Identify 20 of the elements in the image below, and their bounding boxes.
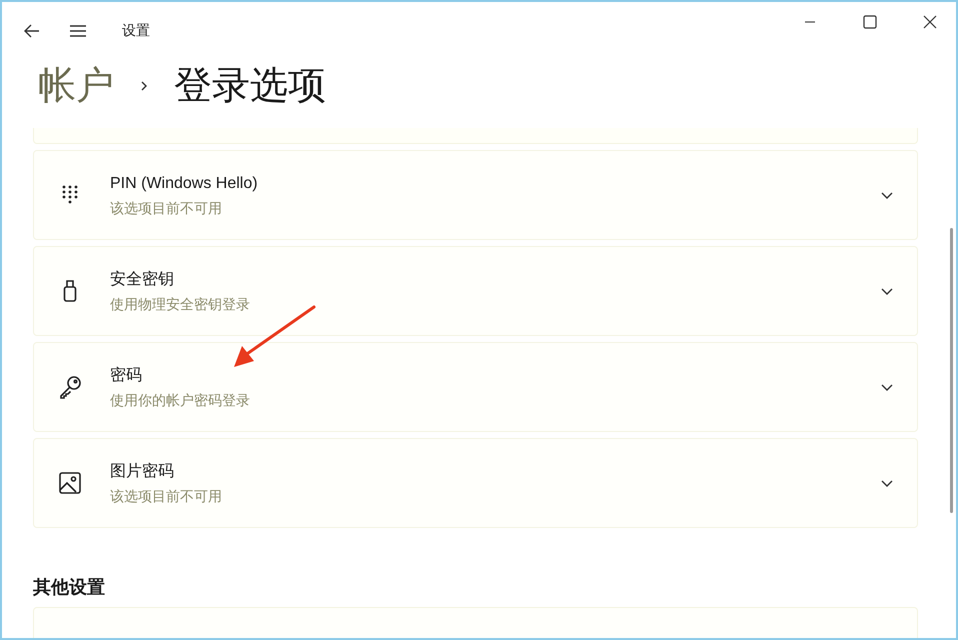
scrollbar-thumb[interactable] [950, 228, 953, 513]
option-title: PIN (Windows Hello) [110, 174, 258, 194]
option-subtitle: 该选项目前不可用 [110, 198, 223, 218]
sign-in-option[interactable]: PIN (Windows Hello) 该选项目前不可用 [33, 150, 918, 240]
window-title: 设置 [122, 21, 150, 40]
option-subtitle: 该选项目前不可用 [110, 486, 222, 506]
close-icon [923, 15, 937, 29]
option-subtitle: 使用你的帐户密码登录 [110, 390, 250, 410]
page-title: 登录选项 [174, 67, 326, 105]
sign-in-option[interactable]: 密码 使用你的帐户密码登录 [33, 342, 918, 432]
section-heading: 其他设置 [33, 576, 106, 599]
breadcrumb-parent[interactable]: 帐户 [38, 67, 114, 105]
maximize-icon [863, 15, 877, 29]
option-title: 图片密码 [110, 462, 175, 482]
option-subtitle: 使用物理安全密钥登录 [110, 294, 250, 314]
sign-in-option[interactable]: 图片密码 该选项目前不可用 [33, 438, 918, 528]
picture-icon [56, 469, 84, 497]
option-title: 密码 [110, 366, 143, 386]
sign-in-option[interactable]: 安全密钥 使用物理安全密钥登录 [33, 246, 918, 336]
option-title: 安全密钥 [110, 270, 175, 290]
